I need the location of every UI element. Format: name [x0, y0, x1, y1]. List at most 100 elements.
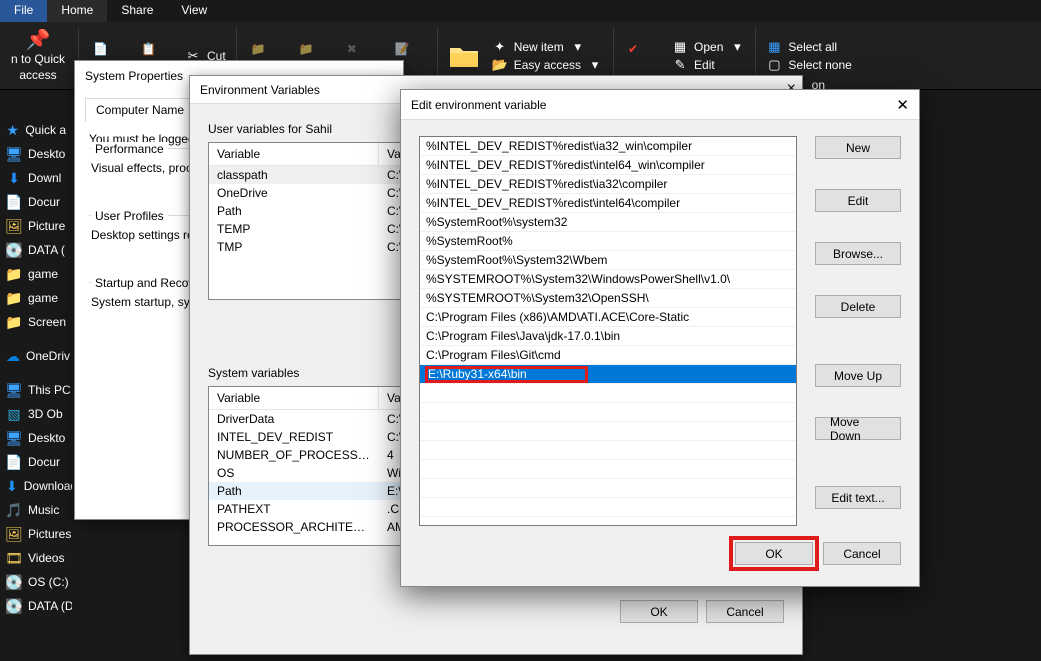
properties-icon[interactable]: ✔	[624, 42, 660, 70]
folder-icon: 📂	[492, 57, 508, 73]
open-button[interactable]: ▦Open▾	[672, 39, 745, 55]
video-icon: 🎞	[6, 550, 22, 566]
fieldset-performance: Performance	[91, 142, 168, 156]
select-none-button[interactable]: ▢Select none	[766, 57, 851, 73]
path-entry[interactable]: %INTEL_DEV_REDIST%redist\intel64\compile…	[420, 194, 796, 213]
disk-icon: 💽	[6, 598, 22, 614]
path-entry[interactable]: %SYSTEMROOT%\System32\WindowsPowerShell\…	[420, 270, 796, 289]
edit-button[interactable]: ✎Edit	[672, 57, 745, 73]
cube-icon: ▧	[6, 406, 22, 422]
cloud-icon: ☁	[6, 348, 20, 364]
browse-button[interactable]: Browse...	[815, 242, 901, 265]
move-down-button[interactable]: Move Down	[815, 417, 901, 440]
path-entry-empty[interactable]	[420, 517, 796, 526]
nav-item[interactable]: 📄Docur	[0, 450, 72, 474]
select-all-icon: ▦	[766, 39, 782, 55]
nav-tree[interactable]: ★Quick a🖥Deskto⬇Downl📄Docur🖼Picture💽DATA…	[0, 118, 72, 618]
nav-item[interactable]: 🎵Music	[0, 498, 72, 522]
doc-icon: 📄	[6, 194, 22, 210]
cancel-button[interactable]: Cancel	[823, 542, 901, 565]
folder-icon: 📁	[6, 314, 22, 330]
path-entry-empty[interactable]	[420, 441, 796, 460]
envvars-ok-button[interactable]: OK	[620, 600, 698, 623]
select-all-button[interactable]: ▦Select all	[766, 39, 851, 55]
monitor-icon: 🖥	[6, 430, 22, 446]
chevron-down-icon: ▾	[729, 39, 745, 55]
menubar-share[interactable]: Share	[107, 0, 167, 22]
nav-item[interactable]: 📁Screen	[0, 310, 72, 334]
nav-item[interactable]: 📄Docur	[0, 190, 72, 214]
envvars-cancel-button[interactable]: Cancel	[706, 600, 784, 623]
path-entry-empty[interactable]	[420, 479, 796, 498]
close-icon[interactable]: ✕	[896, 96, 909, 114]
pic-icon: 🖼	[6, 526, 22, 542]
nav-item[interactable]: 🖼Pictures	[0, 522, 72, 546]
tab-computer-name[interactable]: Computer Name	[85, 98, 195, 122]
menubar-home[interactable]: Home	[47, 0, 107, 22]
nav-item[interactable]: 💽OS (C:)	[0, 570, 72, 594]
disk-icon: 💽	[6, 574, 22, 590]
new-item-button[interactable]: ✦New item▾	[492, 39, 603, 55]
pin-icon: 📌	[26, 29, 51, 51]
arrowdn-icon: ⬇	[6, 478, 18, 494]
nav-item[interactable]: 🖥Deskto	[0, 426, 72, 450]
path-entry[interactable]: %INTEL_DEV_REDIST%redist\intel64_win\com…	[420, 156, 796, 175]
path-entry[interactable]: %INTEL_DEV_REDIST%redist\ia32_win\compil…	[420, 137, 796, 156]
nav-item[interactable]: ▧3D Ob	[0, 402, 72, 426]
editenv-title: Edit environment variable	[411, 98, 546, 112]
arrowdn-icon: ⬇	[6, 170, 22, 186]
path-entry-empty[interactable]	[420, 422, 796, 441]
path-entry[interactable]: %SystemRoot%\system32	[420, 213, 796, 232]
explorer-menubar: File Home Share View	[0, 0, 1041, 22]
path-entry-empty[interactable]	[420, 384, 796, 403]
nav-item[interactable]: 🖥This PC	[0, 378, 72, 402]
path-entry-empty[interactable]	[420, 403, 796, 422]
nav-item[interactable]: ⬇Downl	[0, 166, 72, 190]
ok-button[interactable]: OK	[735, 542, 813, 565]
pin-to-quick-access[interactable]: 📌 n to Quick access	[8, 29, 68, 81]
move-up-button[interactable]: Move Up	[815, 364, 901, 387]
nav-item[interactable]: 💽DATA (D:)	[0, 594, 72, 618]
path-entry[interactable]: %SystemRoot%\System32\Wbem	[420, 251, 796, 270]
monitor-icon: 🖥	[6, 146, 22, 162]
nav-item[interactable]: ☁OneDriv	[0, 344, 72, 368]
path-entry-empty[interactable]	[420, 460, 796, 479]
path-entry[interactable]: %INTEL_DEV_REDIST%redist\ia32\compiler	[420, 175, 796, 194]
path-entry[interactable]: %SYSTEMROOT%\System32\OpenSSH\	[420, 289, 796, 308]
disk-icon: 💽	[6, 242, 22, 258]
menubar-view[interactable]: View	[167, 0, 221, 22]
envvars-title: Environment Variables	[200, 83, 320, 97]
nav-item[interactable]: ★Quick a	[0, 118, 72, 142]
fieldset-user-profiles: User Profiles	[91, 209, 168, 223]
folder-icon: 📁	[6, 290, 22, 306]
select-none-icon: ▢	[766, 57, 782, 73]
folder-icon: 📁	[6, 266, 22, 282]
path-entry[interactable]: C:\Program Files (x86)\AMD\ATI.ACE\Core-…	[420, 308, 796, 327]
edit-button[interactable]: Edit	[815, 189, 901, 212]
star-icon: ★	[6, 122, 19, 138]
nav-item[interactable]: 💽DATA (	[0, 238, 72, 262]
path-entry[interactable]: C:\Program Files\Git\cmd	[420, 346, 796, 365]
new-folder-icon[interactable]	[448, 42, 480, 70]
easy-access-button[interactable]: 📂Easy access▾	[492, 57, 603, 73]
nav-item[interactable]: 🎞Videos	[0, 546, 72, 570]
edit-text-button[interactable]: Edit text...	[815, 486, 901, 509]
path-entry-empty[interactable]	[420, 498, 796, 517]
nav-item[interactable]: 🖥Deskto	[0, 142, 72, 166]
sparkle-icon: ✦	[492, 39, 508, 55]
chevron-down-icon: ▾	[570, 39, 586, 55]
new-button[interactable]: New	[815, 136, 901, 159]
nav-item[interactable]: 📁game	[0, 286, 72, 310]
path-entry[interactable]: C:\Program Files\Java\jdk-17.0.1\bin	[420, 327, 796, 346]
nav-item[interactable]: 🖼Picture	[0, 214, 72, 238]
fieldset-startup: Startup and Recov	[91, 276, 198, 290]
menubar-file[interactable]: File	[0, 0, 47, 22]
path-entry[interactable]: E:\Ruby31-x64\bin	[420, 365, 796, 384]
nav-item[interactable]: ⬇Downloads	[0, 474, 72, 498]
edit-environment-variable-dialog: Edit environment variable ✕ %INTEL_DEV_R…	[400, 89, 920, 587]
delete-button[interactable]: Delete	[815, 295, 901, 318]
edit-icon: ✎	[672, 57, 688, 73]
nav-item[interactable]: 📁game	[0, 262, 72, 286]
path-entry[interactable]: %SystemRoot%	[420, 232, 796, 251]
path-list[interactable]: %INTEL_DEV_REDIST%redist\ia32_win\compil…	[419, 136, 797, 526]
